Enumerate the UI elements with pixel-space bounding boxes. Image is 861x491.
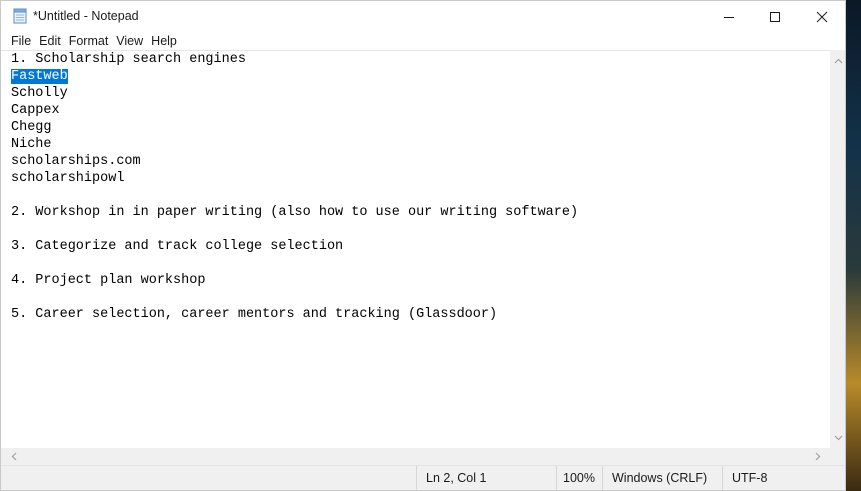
encoding: UTF-8 <box>722 466 845 490</box>
close-button[interactable] <box>799 1 845 32</box>
horizontal-scrollbar[interactable] <box>1 448 830 465</box>
line-endings: Windows (CRLF) <box>602 466 722 490</box>
editor-line: 2. Workshop in in paper writing (also ho… <box>11 205 579 220</box>
editor-line: 4. Project plan workshop <box>11 273 206 288</box>
status-bar: Ln 2, Col 1 100% Windows (CRLF) UTF-8 <box>1 465 845 490</box>
chevron-up-icon <box>834 58 843 63</box>
menu-file[interactable]: File <box>6 32 34 50</box>
editor-line: Niche <box>11 137 52 152</box>
maximize-icon <box>770 11 780 22</box>
editor-line: scholarshipowl <box>11 171 125 186</box>
scroll-left-button[interactable] <box>5 448 22 465</box>
editor-line: Cappex <box>11 103 60 118</box>
close-icon <box>816 11 828 22</box>
editor-line: 3. Categorize and track college selectio… <box>11 239 344 254</box>
maximize-button[interactable] <box>752 1 798 32</box>
minimize-button[interactable] <box>706 1 752 32</box>
menu-format[interactable]: Format <box>64 32 112 50</box>
menu-help[interactable]: Help <box>146 32 180 50</box>
menu-edit[interactable]: Edit <box>34 32 64 50</box>
editor-line-selected: Fastweb <box>11 68 578 85</box>
desktop-background <box>846 0 861 491</box>
editor-line: 1. Scholarship search engines <box>11 52 246 67</box>
editor-content: 1. Scholarship search engines Fastweb Sc… <box>11 51 578 323</box>
scroll-right-button[interactable] <box>809 448 826 465</box>
editor-line: scholarships.com <box>11 154 141 169</box>
title-bar[interactable]: *Untitled - Notepad <box>1 1 845 32</box>
scroll-up-button[interactable] <box>830 52 845 69</box>
chevron-left-icon <box>11 452 16 461</box>
editor-line: 5. Career selection, career mentors and … <box>11 307 498 322</box>
scroll-down-button[interactable] <box>830 429 845 446</box>
menu-view[interactable]: View <box>111 32 146 50</box>
editor-line: Scholly <box>11 86 68 101</box>
scrollbar-corner <box>830 448 845 465</box>
notepad-window: *Untitled - Notepad File Edit Format Vie… <box>0 0 846 491</box>
text-selection: Fastweb <box>11 69 68 84</box>
vertical-scrollbar[interactable] <box>830 50 845 448</box>
menu-bar: File Edit Format View Help <box>1 32 845 50</box>
notepad-icon <box>13 8 27 24</box>
window-title: *Untitled - Notepad <box>33 9 139 23</box>
text-editor[interactable]: 1. Scholarship search engines Fastweb Sc… <box>1 50 830 448</box>
editor-line: Chegg <box>11 120 52 135</box>
chevron-right-icon <box>815 452 820 461</box>
zoom-level: 100% <box>556 466 602 490</box>
cursor-position: Ln 2, Col 1 <box>416 466 556 490</box>
chevron-down-icon <box>834 435 843 440</box>
minimize-icon <box>724 16 734 18</box>
